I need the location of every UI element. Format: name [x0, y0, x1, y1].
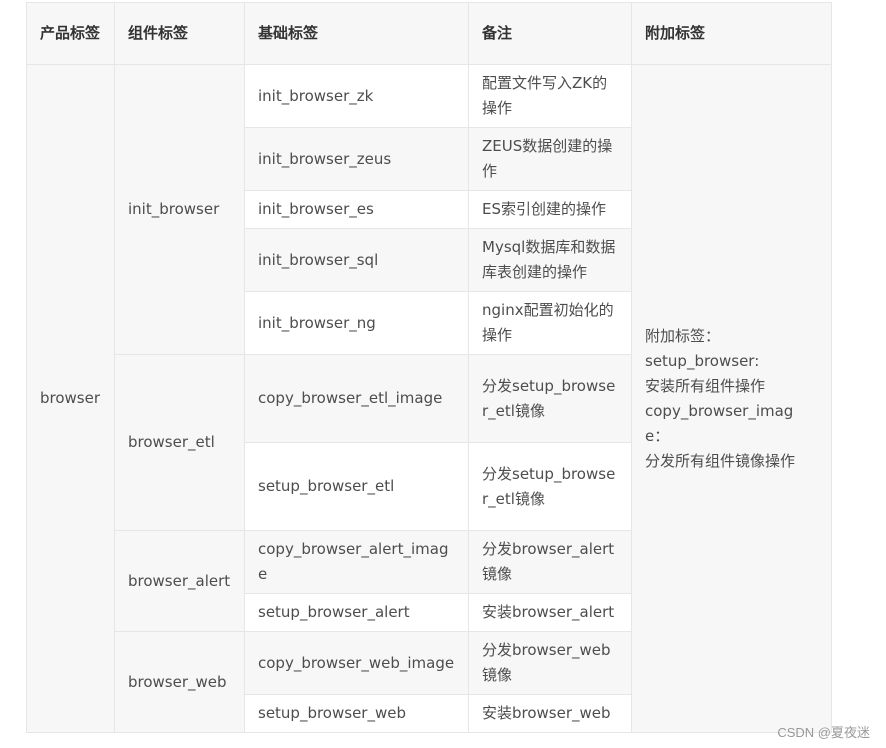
base-tag-cell: init_browser_ng: [244, 291, 469, 355]
note-cell: 分发setup_browser_etl镜像: [468, 442, 632, 531]
note-cell: nginx配置初始化的操作: [468, 291, 632, 355]
base-tag-cell: copy_browser_etl_image: [244, 354, 469, 443]
base-tag-cell: setup_browser_web: [244, 694, 469, 733]
base-tag-cell: setup_browser_etl: [244, 442, 469, 531]
header-note: 备注: [468, 2, 632, 65]
component-cell-alert: browser_alert: [114, 530, 245, 632]
watermark: CSDN @夏夜迷: [777, 725, 870, 740]
table-row: browser init_browser init_browser_zk 配置文…: [26, 64, 832, 733]
component-cell-web: browser_web: [114, 631, 245, 733]
base-tag-cell: init_browser_es: [244, 190, 469, 229]
product-cell: browser: [26, 64, 115, 733]
header-base: 基础标签: [244, 2, 469, 65]
tag-table: 产品标签 组件标签 基础标签 备注 附加标签 browser init_brow…: [26, 2, 832, 733]
component-cell-etl: browser_etl: [114, 354, 245, 531]
extra-tag-cell: 附加标签： setup_browser: 安装所有组件操作 copy_brows…: [631, 64, 832, 733]
base-tag-cell: copy_browser_alert_image: [244, 530, 469, 594]
note-cell: 分发browser_alert镜像: [468, 530, 632, 594]
extra-line: copy_browser_image：: [645, 401, 794, 445]
note-cell: 安装browser_alert: [468, 593, 632, 632]
base-tag-cell: init_browser_zk: [244, 64, 469, 128]
header-component: 组件标签: [114, 2, 245, 65]
note-cell: 分发browser_web镜像: [468, 631, 632, 695]
note-cell: Mysql数据库和数据库表创建的操作: [468, 228, 632, 292]
header-row: 产品标签 组件标签 基础标签 备注 附加标签: [26, 2, 832, 65]
note-cell: ZEUS数据创建的操作: [468, 127, 632, 191]
note-cell: 分发setup_browser_etl镜像: [468, 354, 632, 443]
component-cell-init: init_browser: [114, 64, 245, 355]
extra-line: 附加标签：: [645, 326, 721, 345]
base-tag-cell: copy_browser_web_image: [244, 631, 469, 695]
extra-line: 分发所有组件镜像操作: [645, 451, 796, 470]
base-tag-cell: setup_browser_alert: [244, 593, 469, 632]
base-tag-cell: init_browser_sql: [244, 228, 469, 292]
note-cell: 安装browser_web: [468, 694, 632, 733]
extra-line: setup_browser:: [645, 351, 760, 370]
header-product: 产品标签: [26, 2, 115, 65]
note-cell: ES索引创建的操作: [468, 190, 632, 229]
base-tag-cell: init_browser_zeus: [244, 127, 469, 191]
extra-line: 安装所有组件操作: [645, 376, 766, 395]
header-extra: 附加标签: [631, 2, 832, 65]
note-cell: 配置文件写入ZK的操作: [468, 64, 632, 128]
